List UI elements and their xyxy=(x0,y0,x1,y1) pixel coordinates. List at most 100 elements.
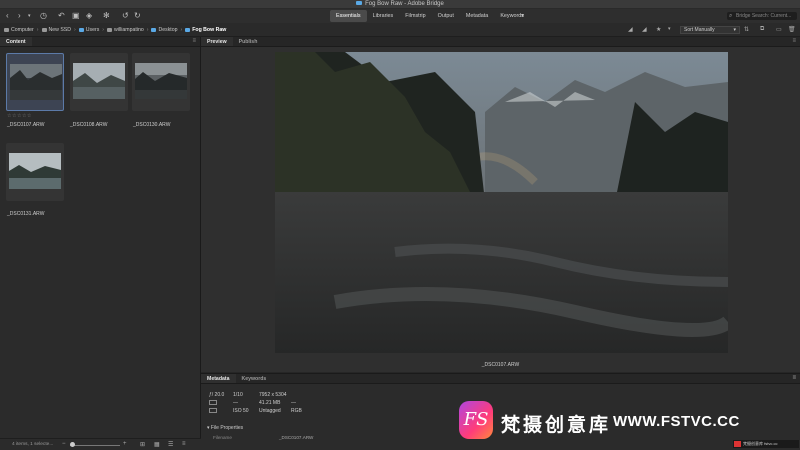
list-view-icon[interactable]: ☰ xyxy=(168,441,173,448)
thumbnail-4[interactable] xyxy=(6,143,64,201)
breadcrumb-label: Desktop xyxy=(158,27,178,33)
refine-icon[interactable]: ◈ xyxy=(86,11,92,21)
folder-icon xyxy=(185,28,191,32)
preview-panel-tabs: Preview Publish xyxy=(201,37,800,47)
settings-icon[interactable]: ✻ xyxy=(103,11,110,21)
view-options-icon[interactable]: ≡ xyxy=(182,441,186,447)
rating-stars[interactable]: ☆☆☆☆☆ xyxy=(7,113,32,119)
thumbnail-image xyxy=(10,64,62,100)
tab-filmstrip[interactable]: Filmstrip xyxy=(399,10,431,22)
trash-icon[interactable]: 🗑 xyxy=(788,26,796,33)
thumbnail-2[interactable] xyxy=(70,53,128,111)
aperture: ƒ/ 20.0 xyxy=(209,392,225,398)
new-folder-icon[interactable]: ▭ xyxy=(776,26,782,33)
breadcrumb-home[interactable]: williampatino › xyxy=(107,27,148,33)
tab-libraries[interactable]: Libraries xyxy=(367,10,400,22)
content-status-bar: 4 items, 1 selecte... − + ⊞ ▦ ☰ ≡ xyxy=(0,438,201,450)
quality-icon-2[interactable]: ◢ xyxy=(642,26,647,33)
chevron-down-icon[interactable]: ▾ xyxy=(668,26,671,32)
grid-view-icon[interactable]: ⊞ xyxy=(140,441,145,448)
camera-import-icon[interactable]: ▣ xyxy=(72,11,80,21)
tab-keywords[interactable]: Keywords xyxy=(494,10,530,22)
breadcrumb-label: Fog Bow Raw xyxy=(192,27,227,33)
watermark-badge-text: 梵摄创意库 fstvc.cc xyxy=(743,441,778,446)
thumbnail-label-2: _DSC0108.ARW xyxy=(70,122,108,128)
filter-icon[interactable]: ★ xyxy=(656,26,661,33)
workspace-menu-icon[interactable]: ▾ xyxy=(521,11,524,21)
sort-label: Sort Manually xyxy=(684,27,715,33)
tab-content[interactable]: Content xyxy=(0,37,32,46)
panel-menu-icon[interactable]: ≡ xyxy=(192,38,196,44)
thumbnail-image xyxy=(135,63,187,99)
file-properties-section[interactable]: ▾ File Properties xyxy=(207,425,243,431)
breadcrumb-fog-bow-raw[interactable]: Fog Bow Raw xyxy=(185,27,226,33)
tab-preview[interactable]: Preview xyxy=(201,37,233,46)
folder-icon xyxy=(356,1,363,6)
return-icon[interactable]: ↶ xyxy=(58,11,65,21)
preview-caption: _DSC0107.ARW xyxy=(481,362,520,368)
color-mode: RGB xyxy=(291,408,302,414)
breadcrumb-label: Users xyxy=(85,27,100,33)
path-bar: Computer › New SSD › Users › williampatino ›… xyxy=(0,23,800,37)
item-count: 4 items, 1 selecte... xyxy=(12,442,54,447)
watermark: FS 梵摄创意库 WWW.FSTVC.CC 梵摄创意库 fstvc.cc xyxy=(455,393,800,450)
zoom-in-icon[interactable]: + xyxy=(123,441,127,447)
thumbnail-1[interactable] xyxy=(6,53,64,111)
breadcrumb-new-ssd[interactable]: New SSD › xyxy=(41,27,76,33)
breadcrumb-label: New SSD xyxy=(48,27,72,33)
file-properties-label: File Properties xyxy=(210,425,244,431)
search-placeholder: Bridge Search: Current... xyxy=(736,13,792,19)
panel-menu-icon-2[interactable]: ≡ xyxy=(792,375,796,381)
filename-field-value: _DSC0107.ARW xyxy=(279,435,314,440)
tab-essentials[interactable]: Essentials xyxy=(330,10,367,22)
thumbnail-3[interactable] xyxy=(132,53,190,111)
recent-files-icon[interactable]: ◷ xyxy=(40,11,47,21)
content-panel: Content ≡ ☆☆☆☆☆ _DSC0107.ARW _DSC0108.AR… xyxy=(0,37,201,450)
open-recent-icon[interactable]: ⧉ xyxy=(760,26,764,33)
shutter-speed: 1/10 xyxy=(233,392,243,398)
main-toolbar: ‹ › ▾ ◷ ↶ ▣ ◈ ✻ ↺ ↻ Essentials Libraries… xyxy=(0,9,800,23)
quality-icon[interactable]: ◢ xyxy=(628,26,633,33)
preview-panel: Preview Publish ≡ _DSC0107.ARW xyxy=(201,37,800,372)
forward-icon[interactable]: › xyxy=(18,11,21,21)
placeholder-dash-2: — xyxy=(291,400,296,406)
breadcrumb-desktop[interactable]: Desktop › xyxy=(151,27,182,33)
folder-icon xyxy=(78,28,84,32)
chevron-down-icon[interactable]: ▾ xyxy=(28,11,31,21)
thumbnail-label-1: _DSC0107.ARW xyxy=(7,122,45,128)
search-icon: ⌕ xyxy=(729,13,733,19)
thumbnail-image xyxy=(73,63,125,99)
rotate-left-icon[interactable]: ↺ xyxy=(122,11,129,21)
thumbnail-label-4: _DSC0131.ARW xyxy=(7,211,45,217)
placeholder-dash-1: — xyxy=(233,400,238,406)
image-dimensions: 7952 x 5304 xyxy=(259,392,287,398)
slider-knob[interactable] xyxy=(70,442,75,447)
preview-image xyxy=(275,52,728,353)
thumbnail-size-slider[interactable] xyxy=(70,445,120,446)
tab-output[interactable]: Output xyxy=(432,10,460,22)
folder-icon xyxy=(151,28,157,32)
details-view-icon[interactable]: ▦ xyxy=(154,441,160,448)
back-icon[interactable]: ‹ xyxy=(6,11,9,21)
thumbnail-image xyxy=(9,153,61,189)
breadcrumb-label: williampatino xyxy=(114,27,144,33)
sort-select[interactable]: Sort Manually ▾ xyxy=(680,26,740,34)
tab-keywords-panel[interactable]: Keywords xyxy=(236,374,273,383)
tab-metadata-panel[interactable]: Metadata xyxy=(201,374,236,383)
breadcrumb-label: Computer xyxy=(11,27,34,33)
breadcrumb-users[interactable]: Users › xyxy=(78,27,104,33)
home-icon xyxy=(107,28,113,32)
tab-metadata[interactable]: Metadata xyxy=(460,10,494,22)
filename-field-label: Filename xyxy=(213,435,232,440)
tab-publish[interactable]: Publish xyxy=(233,37,264,46)
badge-logo-icon xyxy=(734,441,741,447)
sort-direction-icon[interactable]: ⇅ xyxy=(744,26,749,33)
window-titlebar: Fog Bow Raw - Adobe Bridge xyxy=(0,0,800,9)
thumbnail-label-3: _DSC0130.ARW xyxy=(133,122,171,128)
search-input[interactable]: ⌕ Bridge Search: Current... xyxy=(727,12,797,20)
panel-menu-icon[interactable]: ≡ xyxy=(792,38,796,44)
breadcrumb-computer[interactable]: Computer › xyxy=(4,27,39,33)
zoom-out-icon[interactable]: − xyxy=(62,441,66,447)
watermark-url: WWW.FSTVC.CC xyxy=(613,413,740,430)
rotate-right-icon[interactable]: ↻ xyxy=(134,11,141,21)
